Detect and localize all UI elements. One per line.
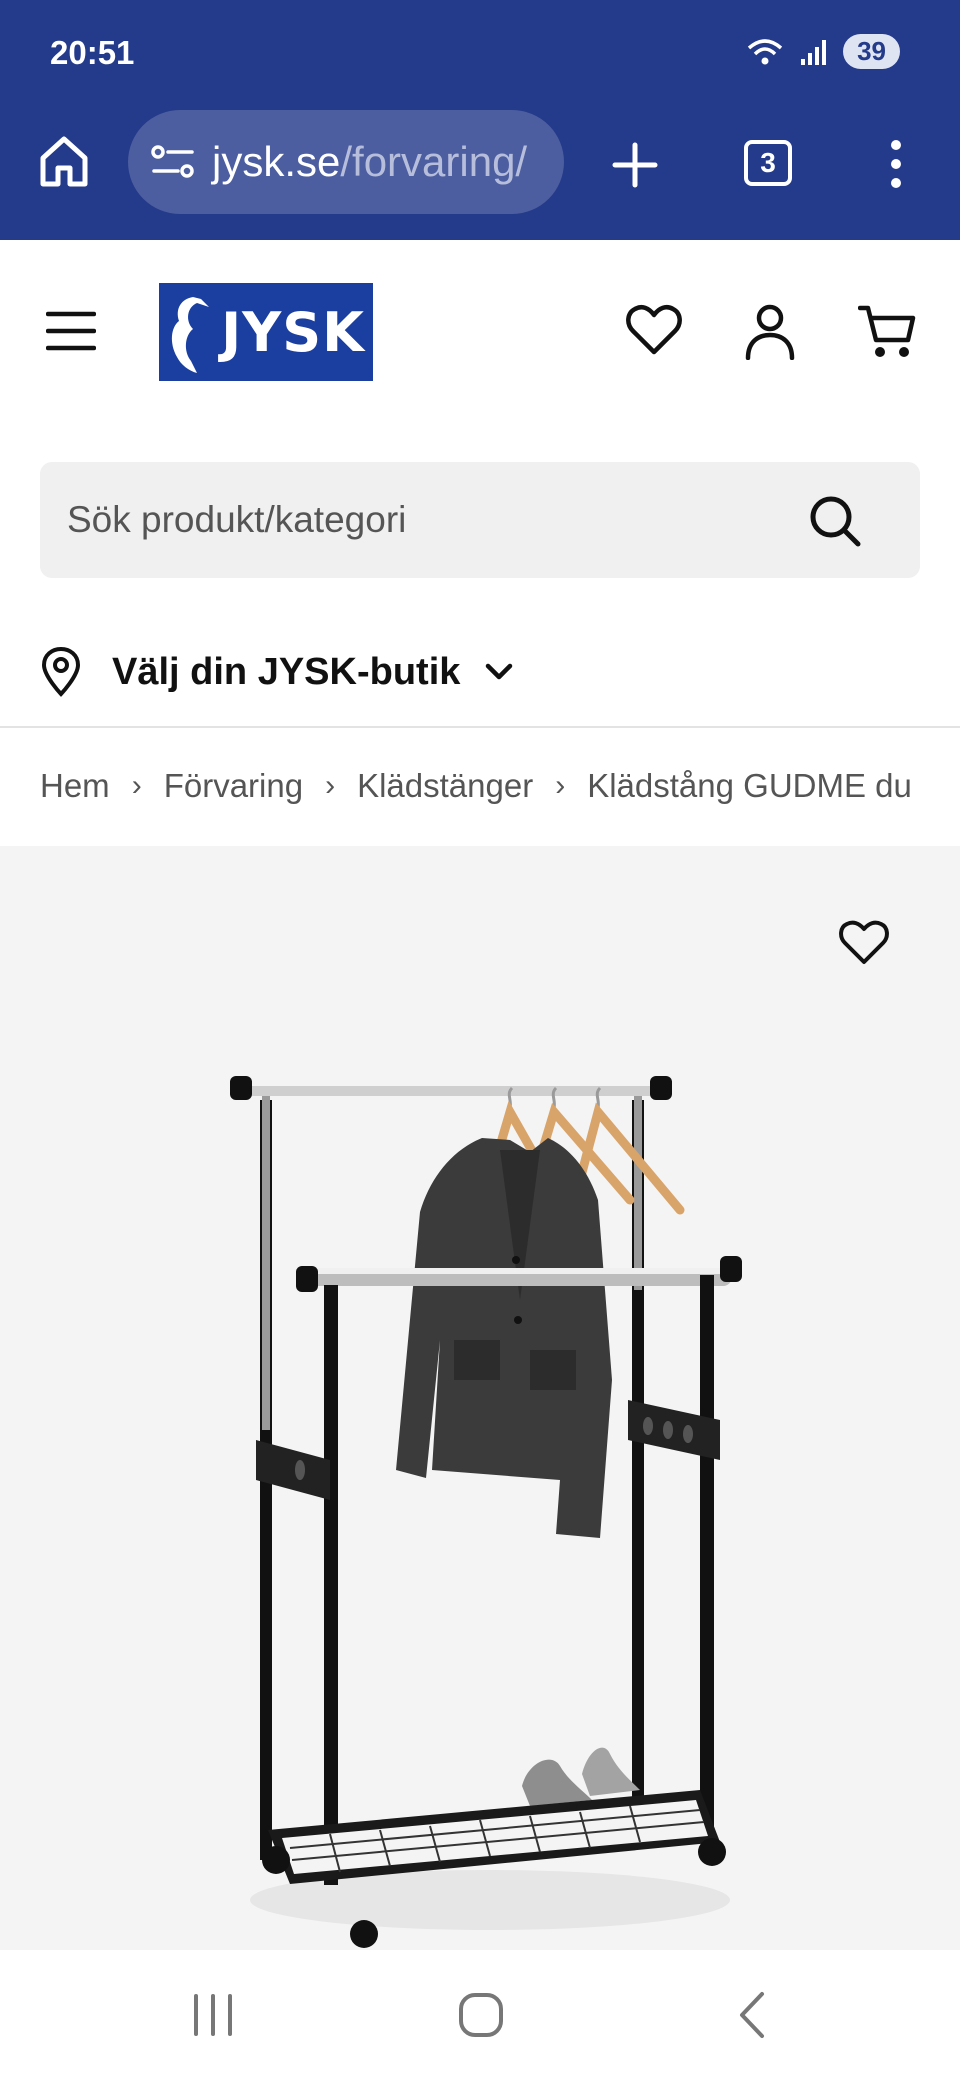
site-header [0,244,960,664]
logo-text: JYSK [221,300,365,364]
recent-apps-icon[interactable] [192,1992,234,2038]
home-button-icon[interactable] [458,1992,504,2038]
more-menu-icon[interactable] [886,138,906,190]
back-icon[interactable] [736,1990,768,2040]
system-nav-bar [0,1950,960,2080]
url-domain: jysk.se [212,138,341,185]
add-to-wishlist-icon[interactable] [838,920,890,966]
account-icon[interactable] [744,302,796,360]
tab-switcher-button[interactable]: 3 [744,140,792,186]
status-icons: 39 [745,34,900,69]
search-icon[interactable] [808,494,862,548]
breadcrumb-separator-icon: › [131,769,142,802]
product-image [230,1076,742,1948]
search-placeholder: Sök produkt/kategori [67,499,407,540]
wifi-icon [747,38,783,64]
bird-logo-icon [171,297,209,373]
product-image-area[interactable] [0,846,960,1950]
wishlist-icon[interactable] [626,304,682,356]
search-input[interactable]: Sök produkt/kategori [40,462,920,578]
location-pin-icon [41,647,81,697]
home-icon[interactable] [38,134,90,188]
breadcrumb-item-forvaring[interactable]: Förvaring [164,767,303,805]
url-bar[interactable]: jysk.se/forvaring/ [128,110,564,214]
signal-icon [801,39,827,65]
jysk-logo[interactable]: JYSK [159,283,373,381]
chevron-down-icon [486,663,513,680]
breadcrumb-item-home[interactable]: Hem [40,767,110,805]
breadcrumb-item-current: Klädstång GUDME du [587,767,912,804]
breadcrumb-separator-icon: › [555,769,566,802]
hamburger-menu-icon[interactable] [46,310,96,352]
url-path: /forvaring/ [340,138,528,185]
status-time: 20:51 [50,34,135,71]
store-selector-label: Välj din JYSK-butik [112,650,461,693]
new-tab-icon[interactable] [612,142,658,188]
site-settings-icon[interactable] [150,142,196,182]
breadcrumb-separator-icon: › [325,769,336,802]
breadcrumb-item-kladstanger[interactable]: Klädstänger [357,767,533,805]
cart-icon[interactable] [858,304,916,360]
battery-badge: 39 [843,34,900,69]
store-selector[interactable]: Välj din JYSK-butik [40,640,514,704]
browser-chrome: 20:51 39 jysk.se/forvaring/ 3 [0,0,960,240]
breadcrumb: Hem › Förvaring › Klädstänger › Klädstån… [40,760,920,812]
header-divider [0,726,960,728]
